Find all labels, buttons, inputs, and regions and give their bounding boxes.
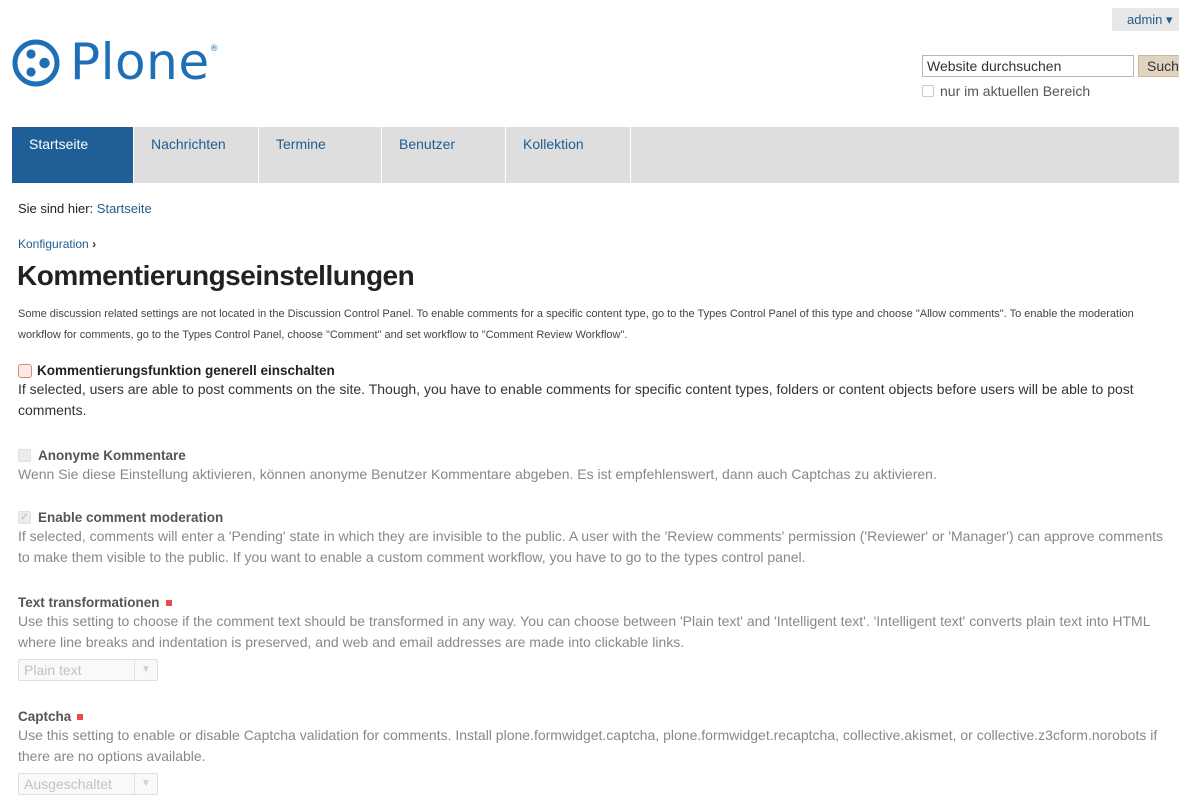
search-scope-label: nur im aktuellen Bereich	[940, 83, 1091, 99]
nav-tab-startseite[interactable]: Startseite	[12, 127, 134, 183]
site-logo[interactable]: Plone®	[12, 33, 219, 93]
field-comment-moderation: ✓ Enable comment moderation If selected,…	[18, 510, 1173, 568]
captcha-label: Captcha	[18, 709, 72, 724]
page-description: Some discussion related settings are not…	[18, 308, 1134, 341]
plone-logo-icon	[12, 39, 60, 87]
comment-moderation-checkbox[interactable]: ✓	[18, 511, 31, 524]
search-button[interactable]: Such	[1138, 55, 1179, 77]
text-transformation-selected: Plain text	[24, 662, 82, 678]
text-transformation-select[interactable]: Plain text ▼	[18, 659, 158, 681]
field-globally-enabled: Kommentierungsfunktion generell einschal…	[18, 363, 1173, 421]
captcha-help: Use this setting to enable or disable Ca…	[18, 727, 1158, 764]
breadcrumb-prefix: Sie sind hier:	[18, 201, 94, 216]
anonymous-comments-checkbox[interactable]	[18, 449, 31, 462]
main-navigation: Startseite Nachrichten Termine Benutzer …	[12, 127, 1179, 183]
nav-tab-nachrichten[interactable]: Nachrichten	[134, 127, 259, 183]
field-anonymous-comments: Anonyme Kommentare Wenn Sie diese Einste…	[18, 448, 1173, 485]
logo-text: Plone®	[70, 37, 219, 87]
nav-tab-kollektion[interactable]: Kollektion	[506, 127, 631, 183]
nav-tab-termine[interactable]: Termine	[259, 127, 382, 183]
field-captcha: Captcha Use this setting to enable or di…	[18, 709, 1173, 795]
nav-tab-benutzer[interactable]: Benutzer	[382, 127, 506, 183]
text-transformation-help: Use this setting to choose if the commen…	[18, 613, 1150, 650]
required-marker	[77, 713, 84, 720]
globally-enabled-help: If selected, users are able to post comm…	[18, 381, 1134, 418]
field-text-transformation: Text transformationen Use this setting t…	[18, 595, 1173, 681]
chevron-down-icon: ▼	[134, 774, 157, 794]
page-title: Kommentierungseinstellungen	[17, 260, 415, 291]
required-marker	[165, 599, 172, 606]
logo-wordmark: Plone	[70, 33, 210, 91]
configuration-link[interactable]: Konfiguration	[18, 237, 89, 251]
parent-link: Konfiguration ›	[18, 237, 96, 251]
breadcrumb-home-link[interactable]: Startseite	[97, 201, 152, 216]
logo-registered-mark: ®	[209, 44, 220, 54]
captcha-select[interactable]: Ausgeschaltet ▼	[18, 773, 158, 795]
globally-enabled-checkbox[interactable]	[18, 363, 32, 378]
comment-moderation-help: If selected, comments will enter a 'Pend…	[18, 528, 1164, 565]
text-transformation-label: Text transformationen	[18, 595, 160, 610]
comment-moderation-label: Enable comment moderation	[38, 510, 224, 525]
chevron-down-icon: ▼	[134, 660, 157, 680]
captcha-selected: Ausgeschaltet	[24, 776, 112, 792]
breadcrumb: Sie sind hier: Startseite	[18, 201, 152, 216]
search-scope-checkbox[interactable]	[922, 85, 934, 97]
chevron-right-icon: ›	[92, 237, 97, 251]
globally-enabled-label: Kommentierungsfunktion generell einschal…	[37, 363, 335, 378]
search-scope-option[interactable]: nur im aktuellen Bereich	[922, 83, 1090, 99]
anonymous-comments-help: Wenn Sie diese Einstellung aktivieren, k…	[18, 466, 937, 482]
search-input[interactable]	[922, 55, 1134, 77]
anonymous-comments-label: Anonyme Kommentare	[38, 448, 186, 463]
user-menu[interactable]: admin ▾	[1112, 8, 1179, 31]
